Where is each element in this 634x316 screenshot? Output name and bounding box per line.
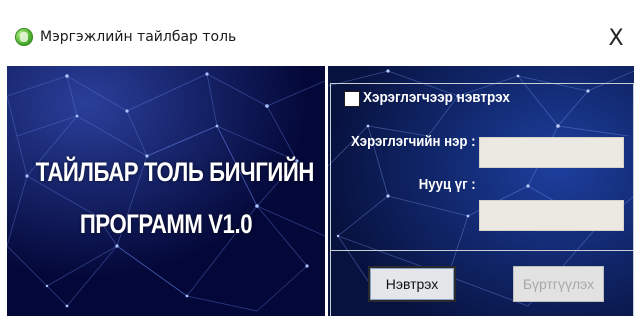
- app-window: Мэргэжлийн тайлбар толь X ТАЙЛБАР ТОЛЬ Б…: [0, 0, 634, 316]
- close-icon: X: [608, 25, 624, 51]
- banner-panel: ТАЙЛБАР ТОЛЬ БИЧГИЙН ПРОГРАММ V1.0: [7, 66, 325, 316]
- login-panel: Хэрэглэгчээр нэвтрэх Хэрэглэгчийн нэр : …: [328, 66, 634, 316]
- username-input[interactable]: [479, 137, 624, 168]
- register-button[interactable]: Бүртгүүлэх: [513, 266, 604, 302]
- password-label: Нууц үг :: [419, 176, 476, 193]
- app-logo-icon: [15, 28, 33, 46]
- login-button[interactable]: Нэвтрэх: [368, 266, 456, 302]
- username-label: Хэрэглэгчийн нэр :: [351, 133, 476, 150]
- banner-title-line-1: ТАЙЛБАР ТОЛЬ БИЧГИЙН: [35, 157, 315, 187]
- user-login-checkbox[interactable]: [344, 91, 360, 107]
- window-title: Мэргэжлийн тайлбар толь: [40, 29, 237, 45]
- banner-title-line-2: ПРОГРАММ V1.0: [79, 209, 253, 239]
- title-bar[interactable]: Мэргэжлийн тайлбар толь X: [0, 0, 634, 65]
- banner-title: ТАЙЛБАР ТОЛЬ БИЧГИЙН ПРОГРАММ V1.0: [35, 146, 315, 250]
- user-login-checkbox-label[interactable]: Хэрэглэгчээр нэвтрэх: [363, 89, 510, 106]
- close-button[interactable]: X: [598, 18, 634, 58]
- password-input[interactable]: [479, 200, 624, 231]
- button-area-divider: [330, 250, 634, 251]
